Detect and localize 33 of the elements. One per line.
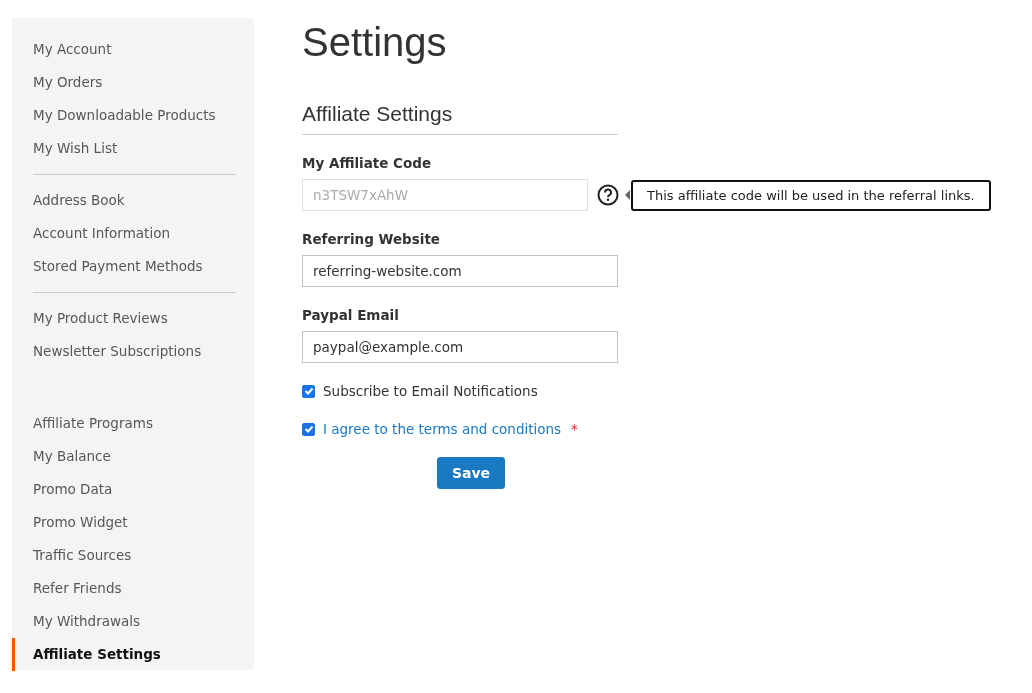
text-field[interactable]: referring-website.com — [302, 255, 618, 287]
sidebar-item[interactable]: My Product Reviews — [12, 302, 254, 335]
terms-link[interactable]: I agree to the terms and conditions — [323, 421, 562, 437]
sidebar-item[interactable]: My Withdrawals — [12, 605, 254, 638]
sidebar-item[interactable]: Refer Friends — [12, 572, 254, 605]
section-title: Affiliate Settings — [302, 102, 618, 135]
checkbox-label: Subscribe to Email Notifications — [323, 383, 538, 399]
tooltip-pointer-icon — [625, 190, 630, 200]
sidebar-item[interactable]: Newsletter Subscriptions — [12, 335, 254, 368]
sidebar-item[interactable]: My Account — [12, 33, 254, 66]
sidebar-item[interactable]: Promo Data — [12, 473, 254, 506]
required-mark: * — [571, 421, 578, 437]
sidebar-item[interactable]: My Orders — [12, 66, 254, 99]
checkbox[interactable] — [302, 384, 315, 398]
tooltip: This affiliate code will be used in the referral links. — [631, 179, 991, 211]
sidebar-item[interactable]: Promo Widget — [12, 506, 254, 539]
sidebar-item[interactable]: Affiliate Settings — [12, 638, 254, 671]
help-icon[interactable] — [597, 184, 619, 206]
save-button[interactable]: Save — [436, 457, 506, 489]
sidebar-item[interactable]: My Balance — [12, 440, 254, 473]
field-label: My Affiliate Code — [302, 155, 433, 171]
field-label: Paypal Email — [302, 307, 400, 323]
checkbox[interactable] — [302, 422, 315, 436]
sidebar-item[interactable]: Stored Payment Methods — [12, 250, 254, 283]
text-field[interactable]: paypal@example.com — [302, 331, 618, 363]
sidebar-item[interactable]: Traffic Sources — [12, 539, 254, 572]
field-label: Referring Website — [302, 231, 441, 247]
sidebar-item[interactable]: Affiliate Programs — [12, 407, 254, 440]
sidebar-item[interactable]: Address Book — [12, 184, 254, 217]
sidebar-item[interactable]: My Wish List — [12, 132, 254, 165]
sidebar-item[interactable]: Account Information — [12, 217, 254, 250]
sidebar-item[interactable]: My Downloadable Products — [12, 99, 254, 132]
page-title: Settings — [302, 19, 448, 66]
